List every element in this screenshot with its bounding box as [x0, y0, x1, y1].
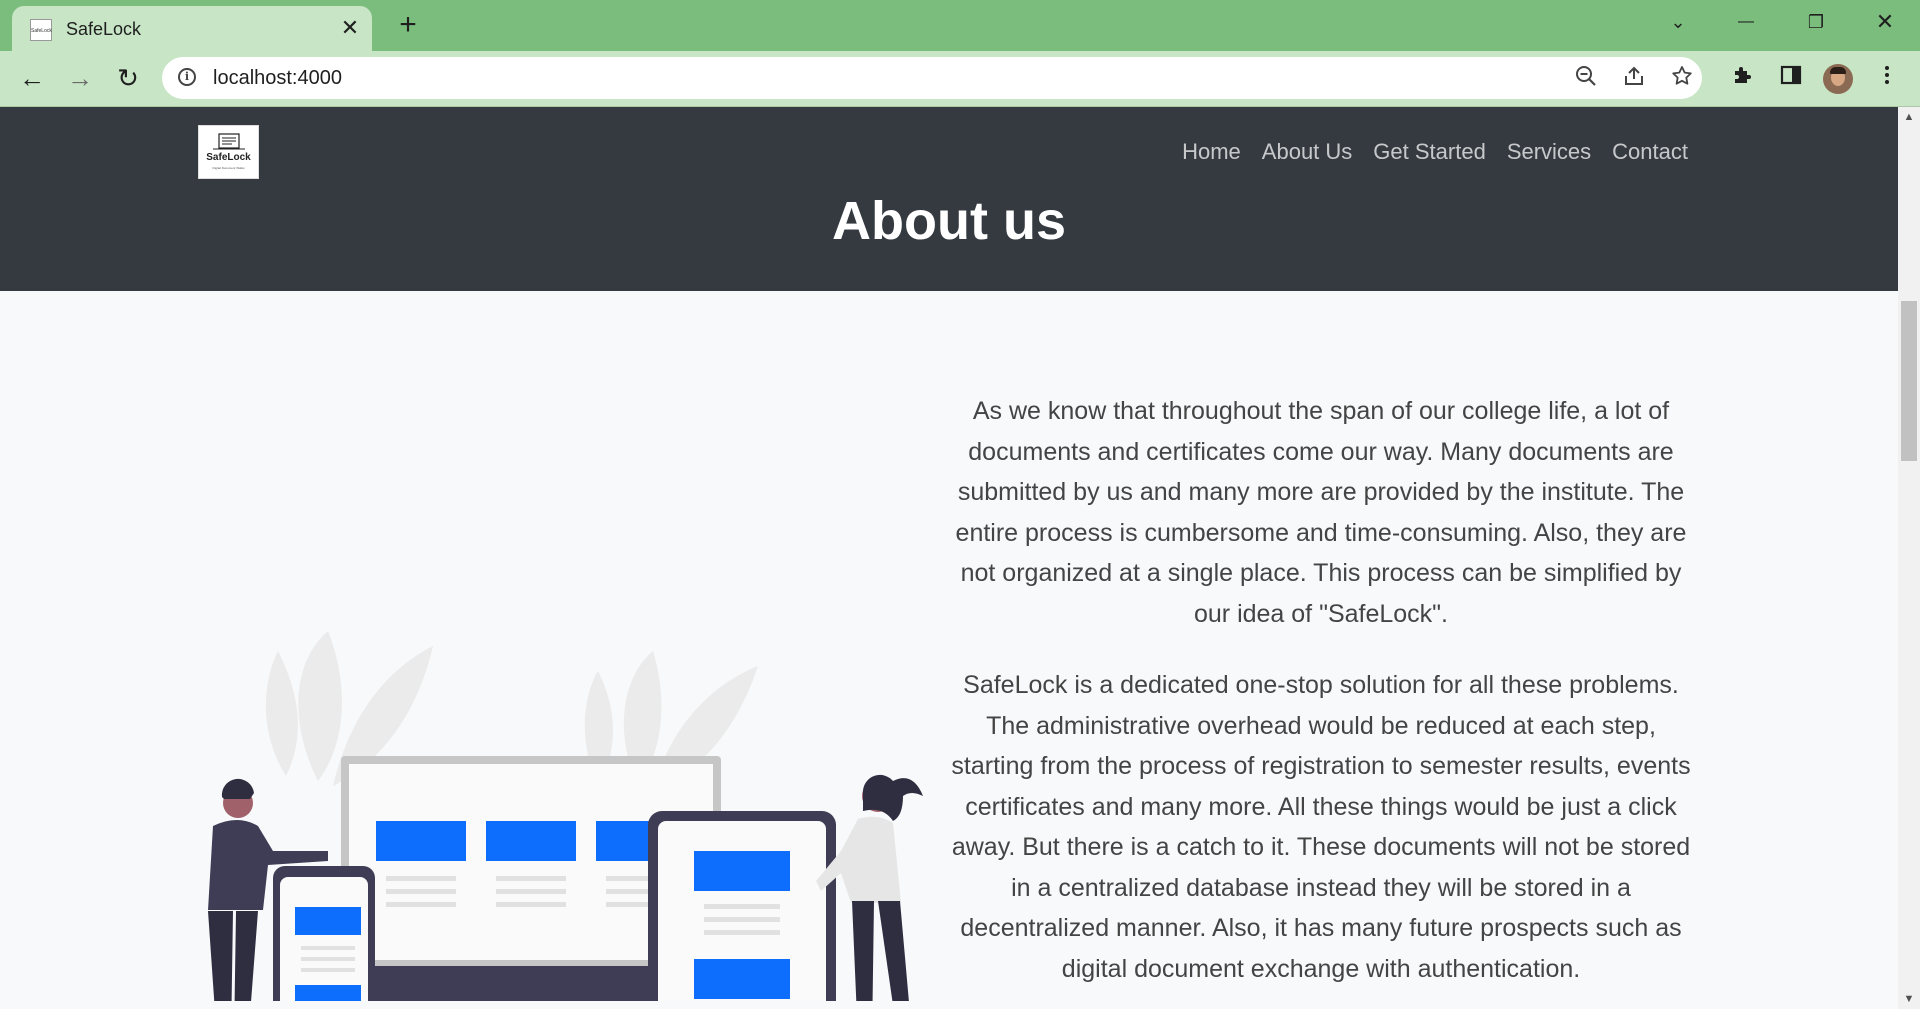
nav-contact[interactable]: Contact — [1612, 139, 1688, 165]
devices-illustration — [208, 631, 923, 1001]
back-button[interactable]: ← — [15, 61, 49, 95]
logo-title: SafeLock — [206, 152, 251, 163]
kebab-menu-icon[interactable] — [1871, 63, 1903, 95]
logo-subtitle: Digital Document Wallet — [212, 166, 245, 170]
close-window-button[interactable]: ✕ — [1867, 8, 1903, 36]
profile-avatar[interactable] — [1823, 64, 1853, 94]
about-paragraph-1: As we know that throughout the span of o… — [955, 397, 1687, 628]
main-nav: Home About Us Get Started Services Conta… — [1182, 139, 1688, 165]
nav-services[interactable]: Services — [1507, 139, 1591, 165]
nav-about-us[interactable]: About Us — [1262, 139, 1353, 165]
tab-title: SafeLock — [66, 19, 142, 39]
scroll-up-icon[interactable]: ▲ — [1898, 107, 1920, 127]
puzzle-icon[interactable] — [1727, 63, 1759, 95]
about-paragraph-2: SafeLock is a dedicated one-stop solutio… — [951, 671, 1691, 983]
avatar-hair — [1830, 67, 1846, 74]
logo-document-icon — [213, 133, 245, 150]
reload-button[interactable]: ↻ — [111, 61, 145, 95]
browser-tabstrip: SafeLock SafeLock ✕ + ⌄ — ❐ ✕ — [0, 0, 1920, 51]
forward-button[interactable]: → — [63, 61, 97, 95]
favicon-icon: SafeLock — [30, 19, 52, 41]
restore-button[interactable]: ❐ — [1798, 8, 1834, 36]
about-section: As we know that throughout the span of o… — [0, 291, 1898, 1009]
zoom-out-icon[interactable] — [1572, 64, 1600, 92]
tab-close-icon[interactable]: ✕ — [337, 15, 363, 41]
page-viewport: SafeLock Digital Document Wallet Home Ab… — [0, 107, 1898, 1009]
browser-toolbar: ← → ↻ i localhost:4000 — [0, 51, 1920, 107]
side-panel-icon[interactable] — [1775, 63, 1807, 95]
about-text: As we know that throughout the span of o… — [946, 391, 1696, 1009]
browser-tab[interactable]: SafeLock SafeLock ✕ — [12, 6, 372, 51]
new-tab-button[interactable]: + — [392, 10, 424, 42]
site-info-icon[interactable]: i — [178, 68, 196, 86]
scroll-down-icon[interactable]: ▼ — [1898, 989, 1920, 1009]
site-logo[interactable]: SafeLock Digital Document Wallet — [198, 125, 259, 179]
share-icon[interactable] — [1620, 64, 1648, 92]
minimize-button[interactable]: — — [1728, 8, 1764, 36]
page-scrollbar[interactable]: ▲ ▼ — [1898, 107, 1920, 1009]
page-title: About us — [832, 191, 1066, 251]
nav-get-started[interactable]: Get Started — [1373, 139, 1486, 165]
url-text[interactable]: localhost:4000 — [213, 67, 342, 90]
site-header: SafeLock Digital Document Wallet Home Ab… — [0, 107, 1898, 291]
address-bar[interactable]: i localhost:4000 — [162, 57, 1702, 99]
nav-home[interactable]: Home — [1182, 139, 1241, 165]
tab-search-icon[interactable]: ⌄ — [1660, 8, 1696, 36]
star-icon[interactable] — [1668, 64, 1696, 92]
scroll-thumb[interactable] — [1901, 301, 1917, 461]
